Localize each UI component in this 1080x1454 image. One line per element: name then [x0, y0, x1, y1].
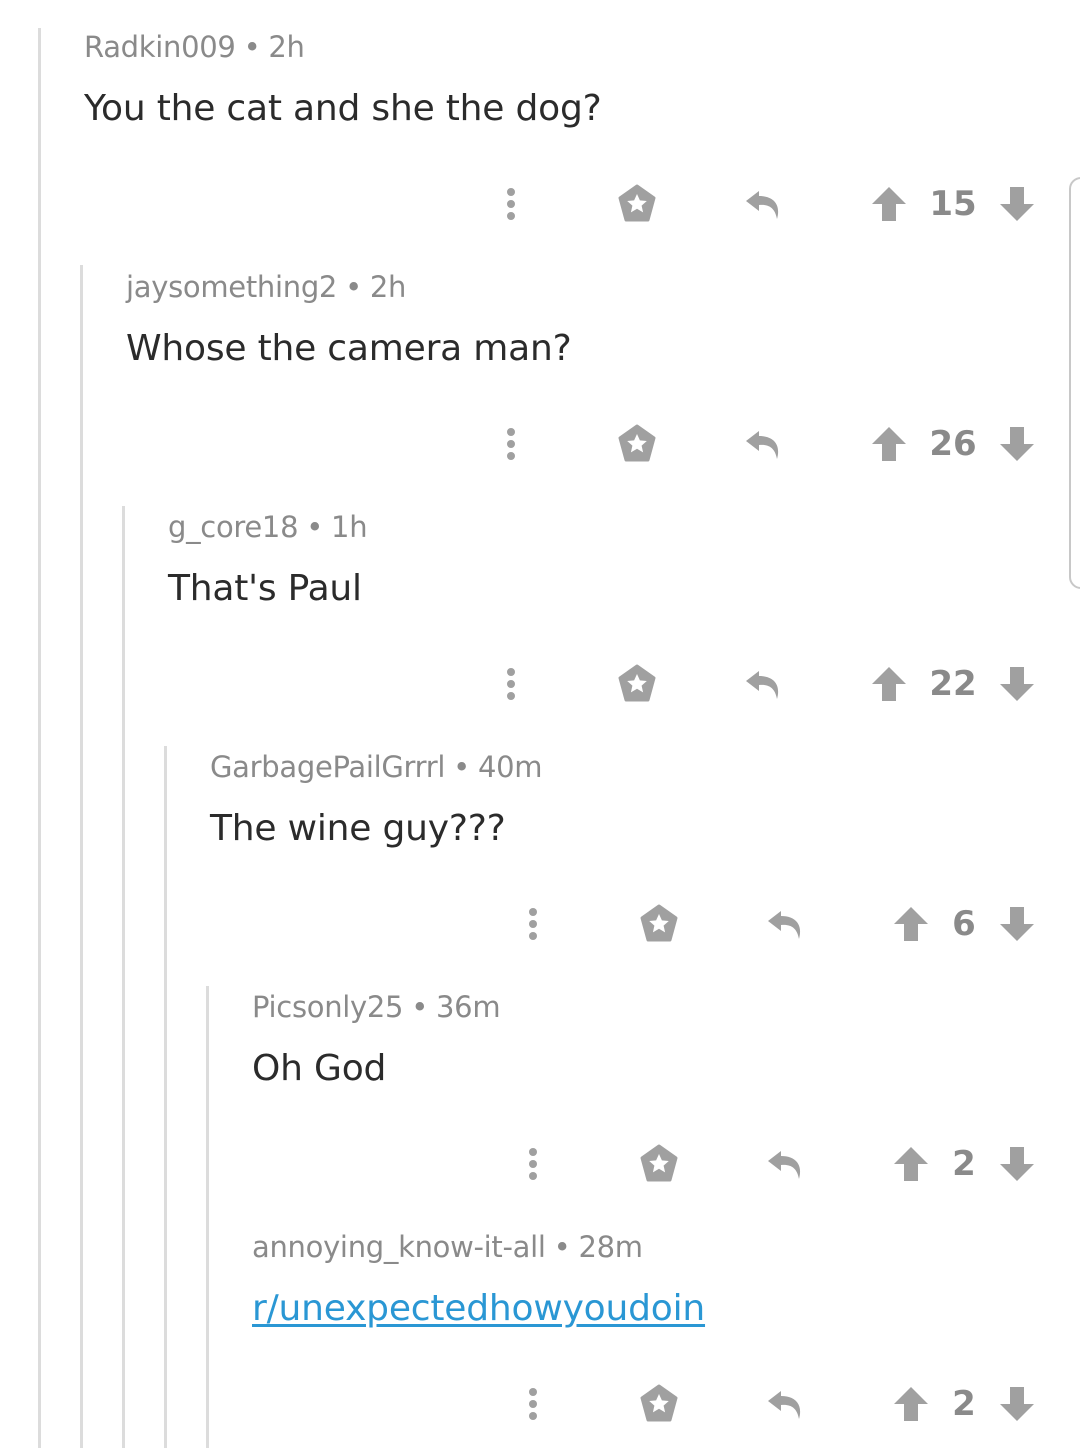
meta-separator: •: [553, 1230, 571, 1264]
comment-action-bar: 6: [0, 896, 1080, 952]
more-options-icon[interactable]: [508, 896, 558, 952]
downvote-icon[interactable]: [992, 1376, 1042, 1432]
comment-text: Whose the camera man?: [126, 328, 572, 369]
upvote-icon[interactable]: [864, 176, 914, 232]
more-options-icon[interactable]: [486, 176, 536, 232]
thread-line-depth-3[interactable]: [164, 746, 167, 1448]
reply-icon[interactable]: [760, 1136, 810, 1192]
comment-time: 1h: [331, 510, 368, 544]
scroll-frame: [1069, 177, 1080, 589]
downvote-icon[interactable]: [992, 416, 1042, 472]
more-options-icon[interactable]: [508, 1376, 558, 1432]
comment-action-bar: 2: [0, 1136, 1080, 1192]
comment-meta: annoying_know-it-all • 28m: [252, 1230, 643, 1264]
award-icon[interactable]: [634, 1136, 684, 1192]
award-icon[interactable]: [612, 176, 662, 232]
comment-meta: jaysomething2 • 2h: [126, 270, 406, 304]
comment-action-bar: 26: [0, 416, 1080, 472]
comment-time: 2h: [369, 270, 407, 304]
award-icon[interactable]: [634, 896, 684, 952]
downvote-icon[interactable]: [992, 896, 1042, 952]
comment-time: 40m: [477, 750, 543, 784]
upvote-icon[interactable]: [864, 656, 914, 712]
comment-meta: GarbagePailGrrrl • 40m: [210, 750, 543, 784]
comment-text: That's Paul: [168, 568, 362, 609]
upvote-icon[interactable]: [864, 416, 914, 472]
reply-icon[interactable]: [738, 656, 788, 712]
downvote-icon[interactable]: [992, 1136, 1042, 1192]
comment-text: You the cat and she the dog?: [84, 88, 602, 129]
comment-time: 28m: [578, 1230, 643, 1264]
vote-score: 26: [929, 424, 977, 464]
meta-separator: •: [411, 990, 429, 1024]
comment-meta: Radkin009 • 2h: [84, 30, 305, 64]
reply-icon[interactable]: [760, 896, 810, 952]
comment-author[interactable]: jaysomething2: [126, 270, 337, 304]
award-icon[interactable]: [612, 656, 662, 712]
award-icon[interactable]: [612, 416, 662, 472]
comment-text: The wine guy???: [210, 808, 506, 849]
comment-action-bar: 2: [0, 1376, 1080, 1432]
more-options-icon[interactable]: [508, 1136, 558, 1192]
meta-separator: •: [345, 270, 362, 304]
thread-line-depth-0[interactable]: [38, 28, 41, 1448]
award-icon[interactable]: [634, 1376, 684, 1432]
vote-score: 2: [952, 1144, 976, 1184]
vote-score: 2: [952, 1384, 976, 1424]
more-options-icon[interactable]: [486, 656, 536, 712]
reply-icon[interactable]: [738, 416, 788, 472]
comment-text: Oh God: [252, 1048, 387, 1089]
vote-score: 15: [929, 184, 977, 224]
vote-score: 6: [952, 904, 976, 944]
comment-meta: Picsonly25 • 36m: [252, 990, 501, 1024]
vote-score: 22: [929, 664, 977, 704]
comment-time: 36m: [436, 990, 501, 1024]
more-options-icon[interactable]: [486, 416, 536, 472]
meta-separator: •: [453, 750, 470, 784]
reply-icon[interactable]: [760, 1376, 810, 1432]
comment-author[interactable]: annoying_know-it-all: [252, 1230, 546, 1264]
comment-meta: g_core18 • 1h: [168, 510, 368, 544]
downvote-icon[interactable]: [992, 656, 1042, 712]
meta-separator: •: [306, 510, 324, 544]
reply-icon[interactable]: [738, 176, 788, 232]
comment-time: 2h: [268, 30, 305, 64]
comment-author[interactable]: GarbagePailGrrrl: [210, 750, 445, 784]
comment-author[interactable]: Picsonly25: [252, 990, 404, 1024]
subreddit-link[interactable]: r/unexpectedhowyoudoin: [252, 1288, 705, 1329]
thread-line-depth-2[interactable]: [122, 506, 125, 1448]
downvote-icon[interactable]: [992, 176, 1042, 232]
meta-separator: •: [243, 30, 261, 64]
comment-author[interactable]: Radkin009: [84, 30, 236, 64]
comment-author[interactable]: g_core18: [168, 510, 299, 544]
comment-action-bar: 15: [0, 176, 1080, 232]
comment-action-bar: 22: [0, 656, 1080, 712]
